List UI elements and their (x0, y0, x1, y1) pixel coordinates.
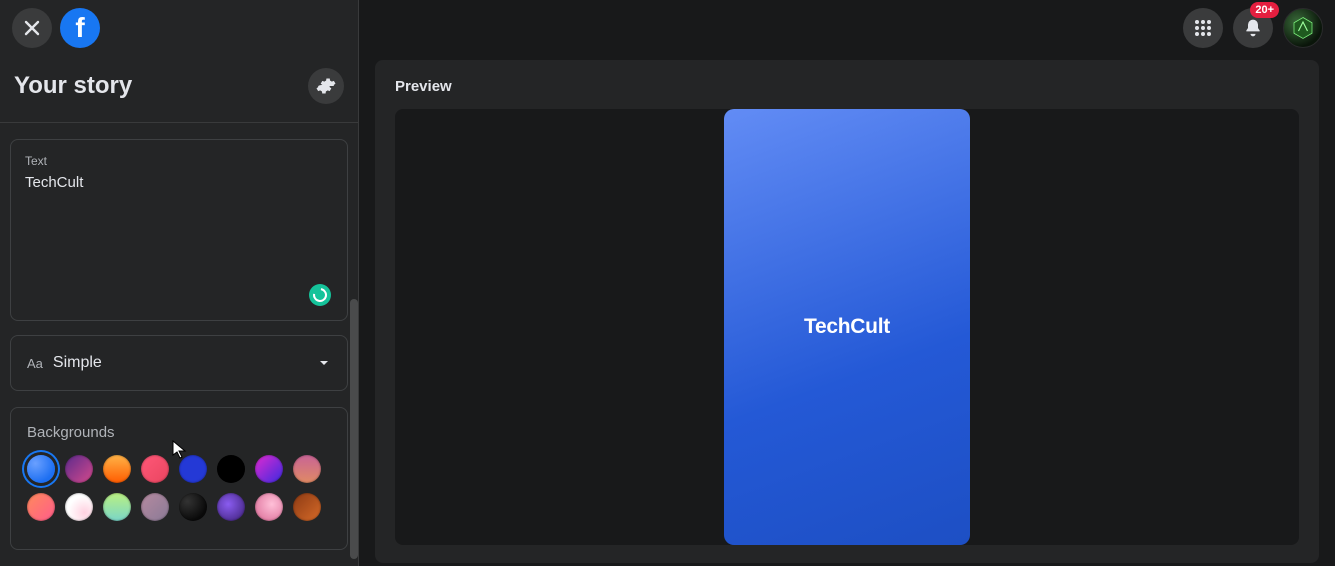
sidebar-body: Text Aa Simple Backgrounds (0, 123, 358, 566)
background-swatch-royal-blue[interactable] (179, 455, 207, 483)
backgrounds-panel: Backgrounds (10, 407, 348, 550)
main: Preview TechCult (359, 0, 1335, 566)
sidebar-scrollbar[interactable] (350, 299, 358, 559)
gear-icon (316, 76, 336, 96)
background-swatch-coral[interactable] (141, 455, 169, 483)
story-preview-text: TechCult (804, 315, 890, 339)
bell-icon (1243, 18, 1263, 38)
background-swatch-mauve[interactable] (141, 493, 169, 521)
text-field-label: Text (25, 154, 333, 168)
backgrounds-label: Backgrounds (27, 424, 331, 441)
notifications-badge: 20+ (1250, 2, 1279, 18)
close-icon (22, 18, 42, 38)
story-preview-card: TechCult (724, 109, 970, 545)
background-row-1 (27, 455, 331, 483)
background-swatch-sunset-pink[interactable] (293, 455, 321, 483)
background-swatch-burnt-orange[interactable] (293, 493, 321, 521)
story-text-input[interactable] (25, 174, 333, 208)
background-swatch-orange-yellow[interactable] (103, 455, 131, 483)
preview-panel: Preview TechCult (375, 60, 1319, 563)
background-swatch-purple-pink[interactable] (65, 455, 93, 483)
background-swatch-lime-sky[interactable] (103, 493, 131, 521)
grid-icon (1194, 19, 1212, 37)
font-style-value: Simple (53, 354, 317, 372)
background-swatch-black-stars[interactable] (179, 493, 207, 521)
background-swatch-black[interactable] (217, 455, 245, 483)
background-swatch-violet-blur[interactable] (217, 493, 245, 521)
background-swatch-magenta-blue[interactable] (255, 455, 283, 483)
story-text-panel: Text (10, 139, 348, 321)
background-swatch-peach-pink[interactable] (27, 493, 55, 521)
background-swatch-blue-gradient[interactable] (27, 455, 55, 483)
font-style-select[interactable]: Aa Simple (10, 335, 348, 391)
avatar-emblem-icon (1288, 13, 1318, 43)
font-aa-icon: Aa (27, 356, 43, 371)
profile-avatar[interactable] (1283, 8, 1323, 48)
story-settings-button[interactable] (308, 68, 344, 104)
sidebar: Your story Text Aa Simple Backgrounds (0, 0, 359, 566)
topbar: f 20+ (0, 0, 1335, 56)
page-title: Your story (14, 72, 132, 100)
notifications-button[interactable]: 20+ (1233, 8, 1273, 48)
close-button[interactable] (12, 8, 52, 48)
grammarly-icon[interactable] (309, 284, 331, 306)
background-swatch-pink-petals[interactable] (255, 493, 283, 521)
preview-label: Preview (395, 78, 1299, 95)
background-swatch-white-rose[interactable] (65, 493, 93, 521)
caret-down-icon (317, 356, 331, 370)
preview-stage: TechCult (395, 109, 1299, 545)
background-row-2 (27, 493, 331, 521)
apps-menu-button[interactable] (1183, 8, 1223, 48)
facebook-logo[interactable]: f (60, 8, 100, 48)
